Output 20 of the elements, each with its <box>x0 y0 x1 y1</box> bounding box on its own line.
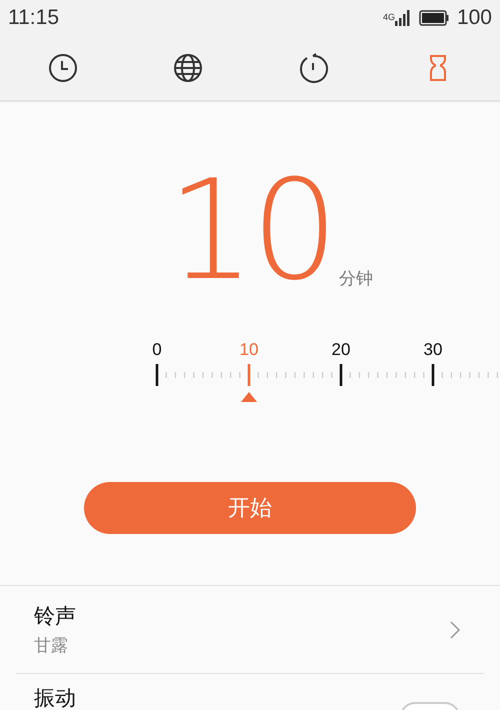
ruler-label: 10 <box>240 340 258 360</box>
network-label: 4G <box>382 12 395 22</box>
globe-icon <box>172 53 202 83</box>
setting-title: 振动 <box>34 686 77 710</box>
ruler-label: 30 <box>424 340 442 360</box>
chevron-icon[interactable] <box>450 620 460 638</box>
battery-level: 100 <box>456 6 492 30</box>
setting-title: 铃声 <box>34 604 77 630</box>
pointer-icon <box>241 392 257 402</box>
clock-icon <box>48 53 78 83</box>
battery-icon <box>418 10 449 26</box>
signal-icon <box>394 10 411 26</box>
timer-unit: 分钟 <box>338 268 373 290</box>
minute-ruler[interactable]: 0 10 20 30 <box>0 340 500 420</box>
ruler-label: 0 <box>152 340 162 360</box>
status-time: 11:15 <box>8 6 59 30</box>
ruler-label: 20 <box>332 340 350 360</box>
stopwatch-icon <box>298 53 328 83</box>
setting-value: 甘露 <box>34 635 69 657</box>
timer-value: 10 <box>167 162 335 300</box>
